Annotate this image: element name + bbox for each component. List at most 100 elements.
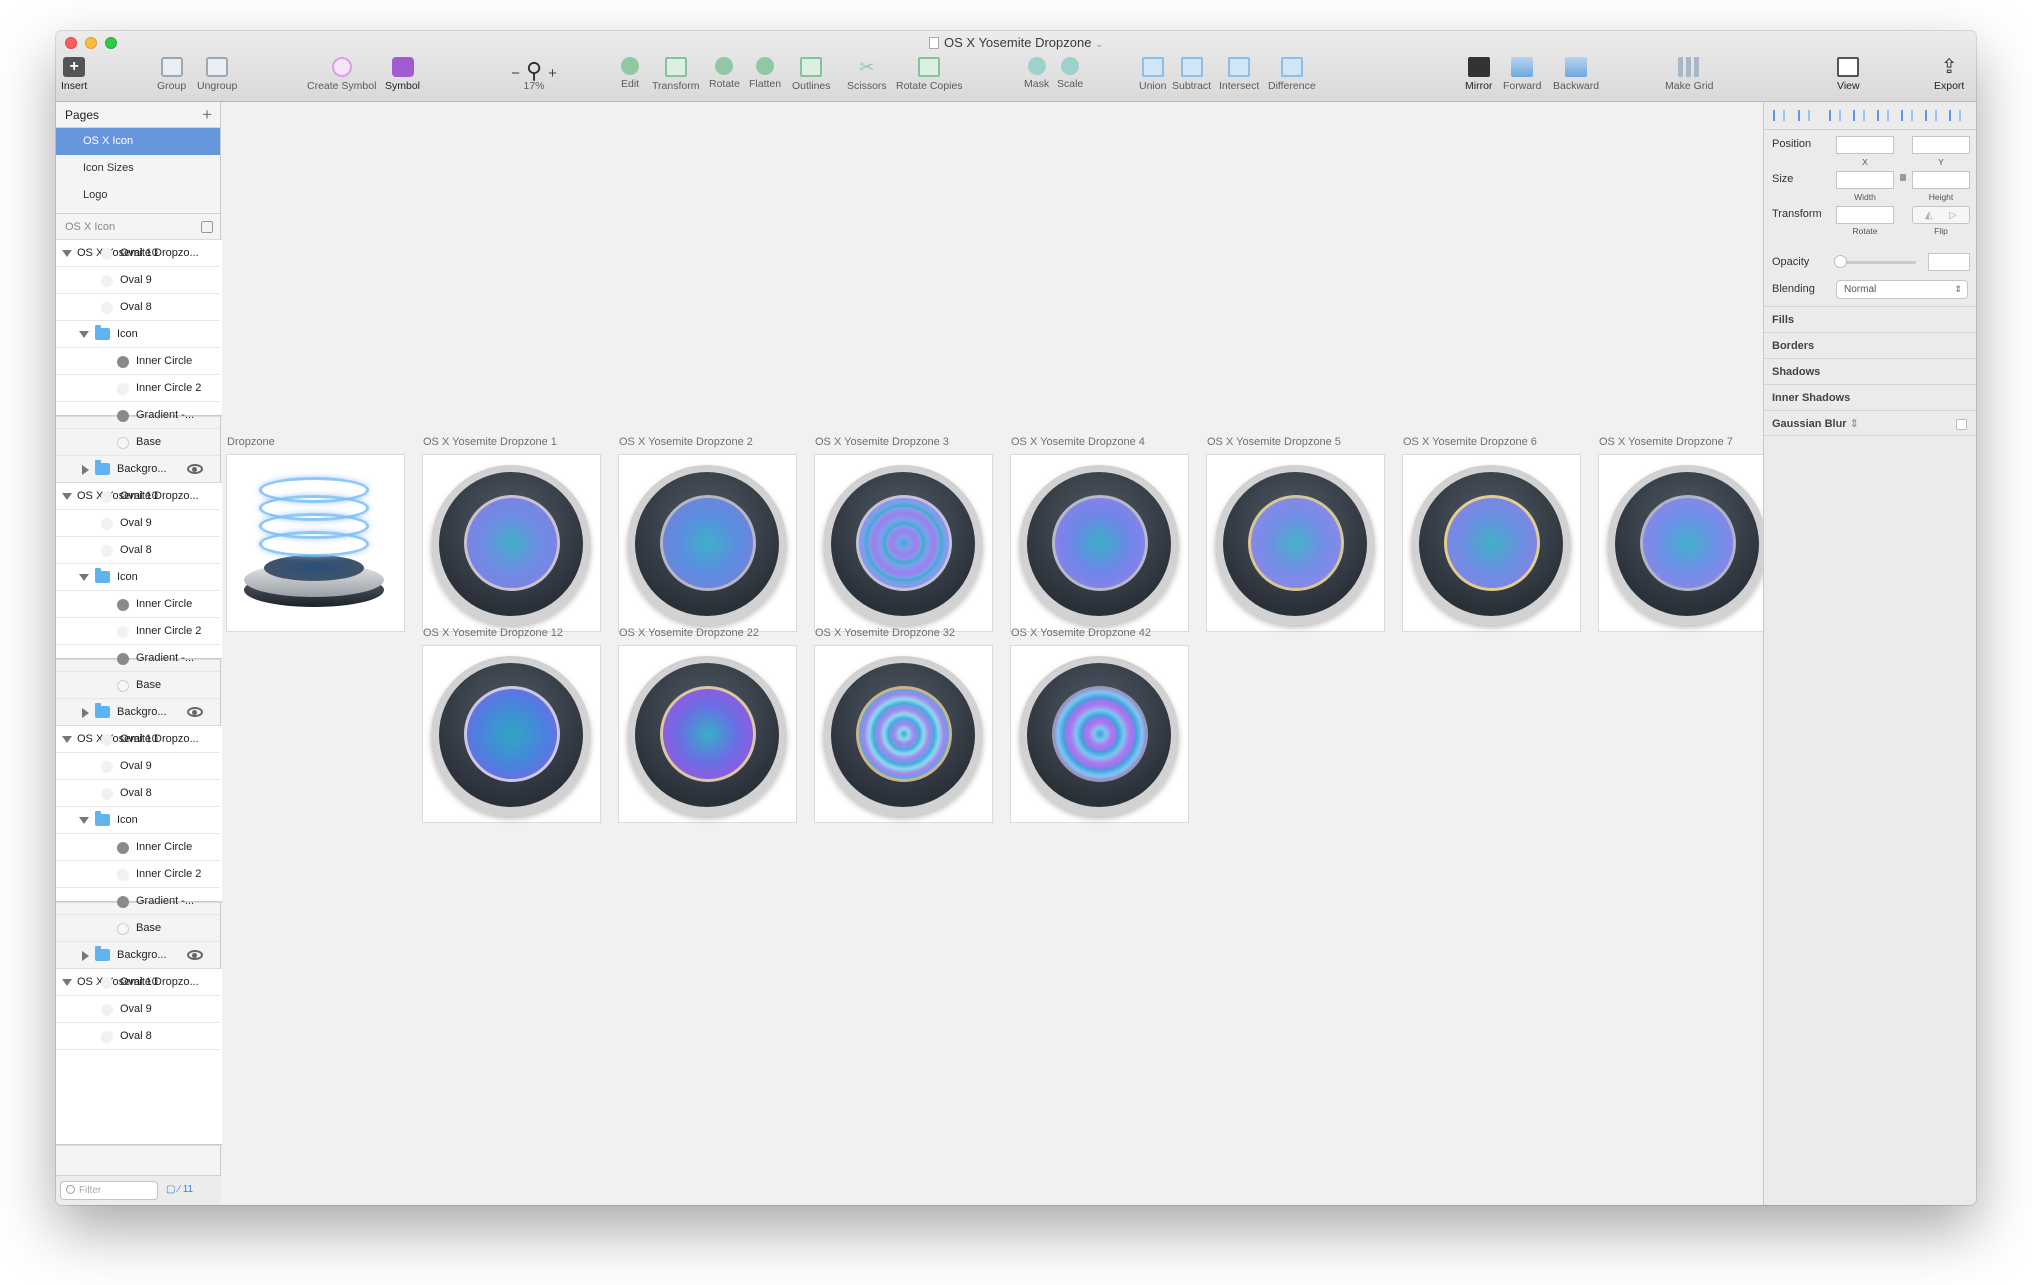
artboard[interactable] <box>227 455 404 631</box>
group-layer[interactable]: Icon <box>56 807 220 834</box>
artboard[interactable] <box>1011 646 1188 822</box>
insert-button[interactable]: + Insert <box>61 57 87 92</box>
artboard[interactable] <box>1599 455 1763 631</box>
disclosure-icon[interactable] <box>82 465 89 475</box>
artboard[interactable] <box>815 455 992 631</box>
union-button[interactable]: Union <box>1139 57 1166 92</box>
artboard-title[interactable]: OS X Yosemite Dropzone 3 <box>815 436 949 448</box>
page-item[interactable]: Logo <box>56 182 220 209</box>
disclosure-icon[interactable] <box>79 817 89 824</box>
artboard-title[interactable]: OS X Yosemite Dropzone 22 <box>619 627 759 639</box>
shape-layer[interactable]: Inner Circle <box>56 348 220 375</box>
forward-button[interactable]: Forward <box>1503 57 1542 92</box>
add-page-button[interactable]: + <box>202 102 212 128</box>
eye-icon[interactable] <box>187 950 203 960</box>
group-layer[interactable]: Icon <box>56 321 220 348</box>
shape-layer[interactable]: Gradient -... <box>56 645 220 672</box>
gaussian-blur-checkbox[interactable] <box>1956 419 1967 430</box>
artboard[interactable] <box>1011 455 1188 631</box>
group-layer[interactable]: Backgro... <box>56 942 220 969</box>
eye-icon[interactable] <box>187 464 203 474</box>
flatten-button[interactable]: Flatten <box>749 57 781 90</box>
symbol-button[interactable]: Symbol <box>385 57 420 92</box>
chevron-down-icon[interactable]: ⌄ <box>1095 39 1103 49</box>
align-icon[interactable] <box>1925 110 1937 121</box>
artboard-title[interactable]: OS X Yosemite Dropzone 2 <box>619 436 753 448</box>
x-field[interactable] <box>1836 136 1894 154</box>
zoom-in-button[interactable]: + <box>548 65 557 82</box>
width-field[interactable] <box>1836 171 1894 189</box>
scissors-button[interactable]: ✂ Scissors <box>847 57 887 92</box>
view-button[interactable]: View <box>1837 57 1860 92</box>
align-icon[interactable] <box>1773 110 1785 121</box>
page-item[interactable]: OS X Icon <box>56 128 220 155</box>
eye-icon[interactable] <box>187 707 203 717</box>
shape-layer[interactable]: Oval 8 <box>56 1023 220 1050</box>
group-button[interactable]: Group <box>157 57 186 92</box>
opacity-slider-knob[interactable] <box>1834 255 1847 268</box>
inner-shadows-section[interactable]: Inner Shadows <box>1764 384 1976 410</box>
artboard-title[interactable]: OS X Yosemite Dropzone 4 <box>1011 436 1145 448</box>
rotate-button[interactable]: Rotate <box>709 57 740 90</box>
group-layer[interactable]: Backgro... <box>56 456 220 483</box>
transform-button[interactable]: Transform <box>652 57 699 92</box>
rotate-copies-button[interactable]: Rotate Copies <box>896 57 963 92</box>
artboard-title[interactable]: Dropzone <box>227 436 275 448</box>
artboard-title[interactable]: OS X Yosemite Dropzone 1 <box>423 436 557 448</box>
mask-button[interactable]: Mask <box>1024 57 1049 90</box>
ungroup-button[interactable]: Ungroup <box>197 57 237 92</box>
shape-layer[interactable]: Gradient -... <box>56 888 220 915</box>
shape-layer[interactable]: Inner Circle <box>56 834 220 861</box>
filter-tools[interactable]: ▢ ⁄ 11 <box>166 1184 193 1195</box>
shape-layer[interactable]: Base <box>56 429 220 456</box>
blending-select[interactable]: Normal ⇕ <box>1836 280 1968 299</box>
shape-layer[interactable]: Base <box>56 672 220 699</box>
zoom-out-button[interactable]: − <box>511 65 520 82</box>
align-icon[interactable] <box>1853 110 1865 121</box>
artboard-title[interactable]: OS X Yosemite Dropzone 42 <box>1011 627 1151 639</box>
gaussian-blur-section[interactable]: Gaussian Blur ⇕ <box>1764 410 1976 436</box>
disclosure-icon[interactable] <box>82 951 89 961</box>
lock-icon[interactable] <box>1900 174 1906 181</box>
shape-layer[interactable]: Inner Circle 2 <box>56 375 220 402</box>
artboard[interactable] <box>423 455 600 631</box>
artboard-title[interactable]: OS X Yosemite Dropzone 5 <box>1207 436 1341 448</box>
artboard[interactable] <box>1207 455 1384 631</box>
canvas[interactable]: Dropzone OS X Yosemite Dropzone 1 OS X Yos… <box>222 102 1763 1205</box>
opacity-slider-track[interactable] <box>1836 261 1916 264</box>
flip-buttons[interactable]: ◭ ▷ <box>1912 206 1970 224</box>
export-button[interactable]: ⇪ Export <box>1934 57 1964 92</box>
flip-horizontal-icon[interactable]: ◭ <box>1925 210 1933 221</box>
subtract-button[interactable]: Subtract <box>1172 57 1211 92</box>
artboard[interactable] <box>423 646 600 822</box>
filter-input[interactable]: Filter <box>60 1181 158 1200</box>
difference-button[interactable]: Difference <box>1268 57 1316 92</box>
flip-vertical-icon[interactable]: ▷ <box>1949 210 1957 221</box>
artboard-title[interactable]: OS X Yosemite Dropzone 7 <box>1599 436 1733 448</box>
shape-layer[interactable]: Inner Circle 2 <box>56 861 220 888</box>
shape-layer[interactable]: Oval 9 <box>56 996 220 1023</box>
shape-layer[interactable]: Oval 8 <box>56 780 220 807</box>
group-layer[interactable]: Icon <box>56 564 220 591</box>
disclosure-icon[interactable] <box>82 708 89 718</box>
make-grid-button[interactable]: Make Grid <box>1665 57 1713 92</box>
create-symbol-button[interactable]: Create Symbol <box>307 57 376 92</box>
shape-layer[interactable]: Oval 9 <box>56 753 220 780</box>
shadows-section[interactable]: Shadows <box>1764 358 1976 384</box>
mirror-button[interactable]: Mirror <box>1465 57 1492 92</box>
artboard-title[interactable]: OS X Yosemite Dropzone 32 <box>815 627 955 639</box>
page-item[interactable]: Icon Sizes <box>56 155 220 182</box>
backward-button[interactable]: Backward <box>1553 57 1599 92</box>
borders-section[interactable]: Borders <box>1764 332 1976 358</box>
edit-button[interactable]: Edit <box>621 57 639 90</box>
disclosure-icon[interactable] <box>79 574 89 581</box>
artboard[interactable] <box>1403 455 1580 631</box>
collapse-icon[interactable] <box>201 221 213 233</box>
shape-layer[interactable]: Inner Circle 2 <box>56 618 220 645</box>
fills-section[interactable]: Fills <box>1764 306 1976 332</box>
shape-layer[interactable]: Oval 9 <box>56 267 220 294</box>
height-field[interactable] <box>1912 171 1970 189</box>
intersect-button[interactable]: Intersect <box>1219 57 1259 92</box>
artboard[interactable] <box>619 455 796 631</box>
shape-layer[interactable]: Oval 10 <box>56 726 220 753</box>
